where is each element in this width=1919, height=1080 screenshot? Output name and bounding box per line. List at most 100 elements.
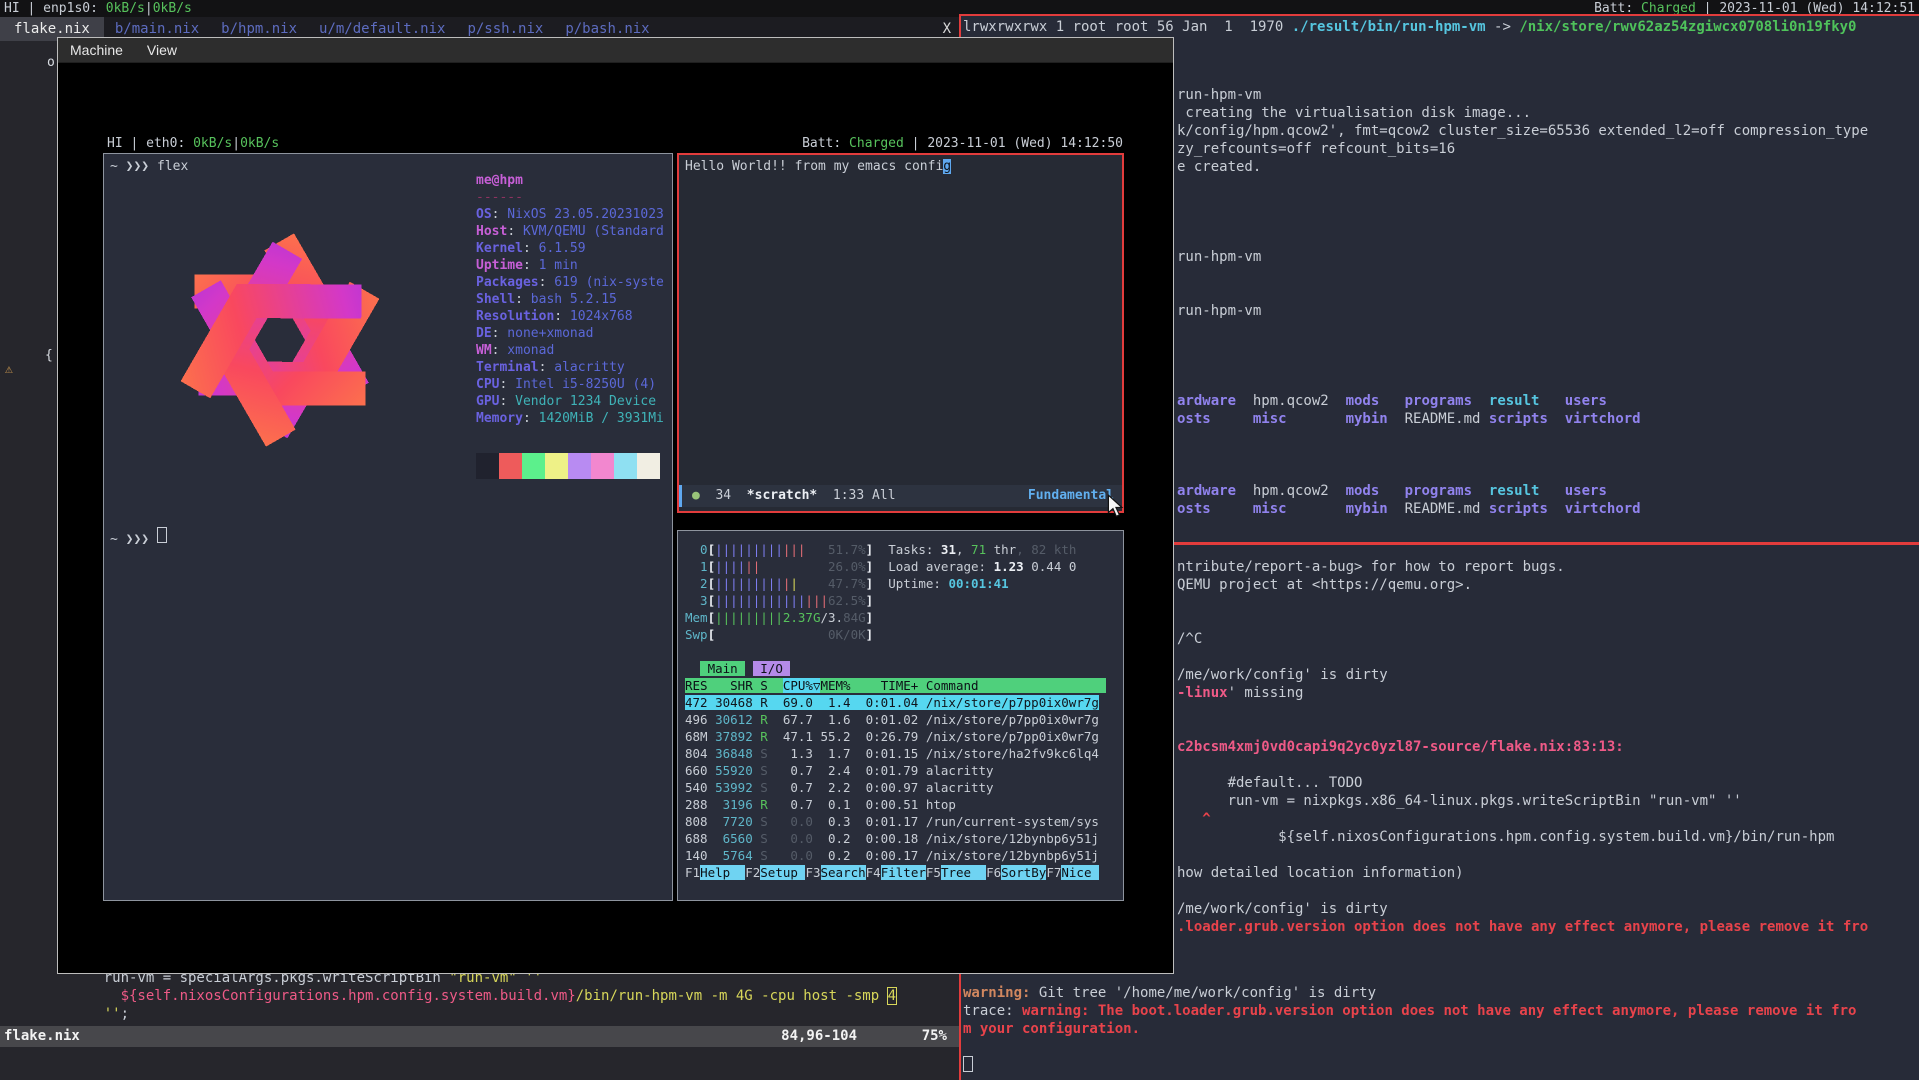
vim-edge-glyph: { [45, 348, 53, 363]
terminal-line: 808 7720 S 0.0 0.3 0:01.17 /run/current-… [685, 813, 1106, 830]
terminal-line [1177, 756, 1868, 774]
nixos-logo [106, 175, 454, 509]
terminal-output-tail: warning: Git tree '/home/me/work/config'… [963, 984, 1856, 1074]
emacs-buffer-text[interactable]: Hello World!! from my emacs config [685, 159, 951, 174]
terminal-line: OS: NixOS 23.05.20231023 [476, 206, 664, 223]
terminal-line [1177, 446, 1868, 464]
terminal-line: me@hpm [476, 172, 664, 189]
terminal-line: 660 55920 S 0.7 2.4 0:01.79 alacritty [685, 762, 1106, 779]
shell-prompt-cursor[interactable]: ~ ❯❯❯ [110, 527, 167, 547]
terminal-line [1177, 338, 1868, 356]
terminal-line: zy_refcounts=off refcount_bits=16 [1177, 140, 1868, 158]
palette-swatch [545, 453, 568, 479]
terminal-line [1177, 464, 1868, 482]
terminal-line: Packages: 619 (nix-syste [476, 274, 664, 291]
terminal-line: 68M 37892 R 47.1 55.2 0:26.79 /nix/store… [685, 728, 1106, 745]
palette-swatch [499, 453, 522, 479]
terminal-line [1177, 320, 1868, 338]
terminal-line: Resolution: 1024x768 [476, 308, 664, 325]
terminal-line: DE: none+xmonad [476, 325, 664, 342]
terminal-line: .loader.grub.version option does not hav… [1177, 918, 1868, 936]
terminal-line [1177, 428, 1868, 446]
htop-content[interactable]: 0[|||||||||||| 51.7%] Tasks: 31, 71 thr,… [685, 541, 1106, 881]
terminal-line: Shell: bash 5.2.15 [476, 291, 664, 308]
terminal-line [1177, 176, 1868, 194]
terminal-line [1177, 212, 1868, 230]
neofetch-color-palette [476, 453, 660, 479]
terminal-line [963, 1056, 1856, 1074]
terminal-line [1177, 356, 1868, 374]
neofetch-info: me@hpm------OS: NixOS 23.05.20231023Host… [476, 172, 664, 427]
terminal-line: run-hpm-vm [1177, 302, 1868, 320]
terminal-output-bottom: ntribute/report-a-bug> for how to report… [1177, 558, 1868, 936]
terminal-line: Mem[|||||||||2.37G/3.84G] [685, 609, 1106, 626]
terminal-line: 688 6560 S 0.0 0.2 0:00.18 /nix/store/12… [685, 830, 1106, 847]
vm-network-status: HI | eth0: 0kB/s|0kB/s [107, 134, 279, 153]
vm-htop-window[interactable]: 0[|||||||||||| 51.7%] Tasks: 31, 71 thr,… [677, 530, 1124, 901]
terminal-line: /^C [1177, 630, 1868, 648]
menu-item[interactable]: View [135, 42, 189, 58]
terminal-line: m your configuration. [963, 1020, 1856, 1038]
terminal-line: Memory: 1420MiB / 3931Mi [476, 410, 664, 427]
palette-swatch [637, 453, 660, 479]
terminal-line: osts misc mybin README.md scripts virtch… [1177, 410, 1868, 428]
emacs-major-mode: Fundamental [1028, 485, 1114, 507]
terminal-line: Main I/O [685, 660, 1106, 677]
terminal-line: creating the virtualisation disk image..… [1177, 104, 1868, 122]
terminal-line: ${self.nixosConfigurations.hpm.config.sy… [70, 987, 896, 1005]
terminal-line: Swp[ 0K/0K] [685, 626, 1106, 643]
warning-icon: ⚠ [5, 362, 13, 377]
palette-swatch [568, 453, 591, 479]
focused-border-top [959, 14, 1919, 16]
vim-buffer-text[interactable]: run-vm = specialArgs.pkgs.writeScriptBin… [70, 969, 896, 1023]
terminal-line: c2bcsm4xmj0vd0capi9q2yc0yzl87-source/fla… [1177, 738, 1868, 756]
terminal-line: F1Help F2Setup F3SearchF4FilterF5Tree F6… [685, 864, 1106, 881]
terminal-line: ardware hpm.qcow2 mods programs result u… [1177, 392, 1868, 410]
mouse-cursor-icon [1106, 494, 1124, 522]
terminal-line: osts misc mybin README.md scripts virtch… [1177, 500, 1868, 518]
terminal-line: Terminal: alacritty [476, 359, 664, 376]
terminal-line: WM: xmonad [476, 342, 664, 359]
terminal-line: run-vm = nixpkgs.x86_64-linux.pkgs.write… [1177, 792, 1868, 810]
terminal-line: 496 30612 R 67.7 1.6 0:01.02 /nix/store/… [685, 711, 1106, 728]
terminal-line: trace: warning: The boot.loader.grub.ver… [963, 1002, 1856, 1020]
terminal-line [1177, 720, 1868, 738]
terminal-line [1177, 284, 1868, 302]
terminal-line: ''; [70, 1005, 896, 1023]
terminal-line: 1[|||||| 26.0%] Load average: 1.23 0.44 … [685, 558, 1106, 575]
desktop: HI | enp1s0: 0kB/s|0kB/s Batt: Charged |… [0, 0, 1919, 1080]
qemu-window[interactable]: MachineView HI | eth0: 0kB/s|0kB/s Batt:… [57, 37, 1174, 974]
terminal-line [1177, 374, 1868, 392]
palette-swatch [614, 453, 637, 479]
terminal-line: how detailed location information) [1177, 864, 1868, 882]
terminal-line: Host: KVM/QEMU (Standard [476, 223, 664, 240]
statusline-cursor-position: 84,96-104 [781, 1026, 857, 1047]
terminal-line: /me/work/config' is dirty [1177, 666, 1868, 684]
vim-edge-glyph: o [47, 55, 55, 70]
terminal-output-top: run-hpm-vm creating the virtualisation d… [1177, 86, 1868, 518]
menu-item[interactable]: Machine [58, 42, 135, 58]
vm-emacs-window[interactable]: Hello World!! from my emacs config ● 34 … [677, 153, 1124, 513]
terminal-line: e created. [1177, 158, 1868, 176]
terminal-line: ------ [476, 189, 664, 206]
emacs-modeline: ● 34 *scratch* 1:33 All Fundamental [679, 485, 1122, 507]
qemu-menubar[interactable]: MachineView [58, 38, 1173, 63]
emacs-modeline-info: ● 34 *scratch* 1:33 All [692, 485, 896, 507]
terminal-line: ardware hpm.qcow2 mods programs result u… [1177, 482, 1868, 500]
vm-terminal-neofetch[interactable]: ~ ❯❯❯ flex [103, 153, 673, 901]
terminal-symlink-line: lrwxrwxrwx 1 root root 56 Jan 1 1970 ./r… [963, 18, 1856, 36]
terminal-line [1177, 612, 1868, 630]
terminal-line: GPU: Vendor 1234 Device [476, 393, 664, 410]
palette-swatch [522, 453, 545, 479]
terminal-line: Hello World!! from my emacs config [685, 159, 951, 174]
terminal-line: warning: Git tree '/home/me/work/config'… [963, 984, 1856, 1002]
terminal-line [1177, 648, 1868, 666]
statusline-filename: flake.nix [4, 1026, 80, 1047]
terminal-line [1177, 266, 1868, 284]
terminal-line: 140 5764 S 0.0 0.2 0:00.17 /nix/store/12… [685, 847, 1106, 864]
vm-screen[interactable]: HI | eth0: 0kB/s|0kB/s Batt: Charged | 2… [103, 134, 1127, 902]
terminal-line [1177, 882, 1868, 900]
terminal-line [685, 643, 1106, 660]
terminal-line [1177, 702, 1868, 720]
terminal-line: k/config/hpm.qcow2', fmt=qcow2 cluster_s… [1177, 122, 1868, 140]
